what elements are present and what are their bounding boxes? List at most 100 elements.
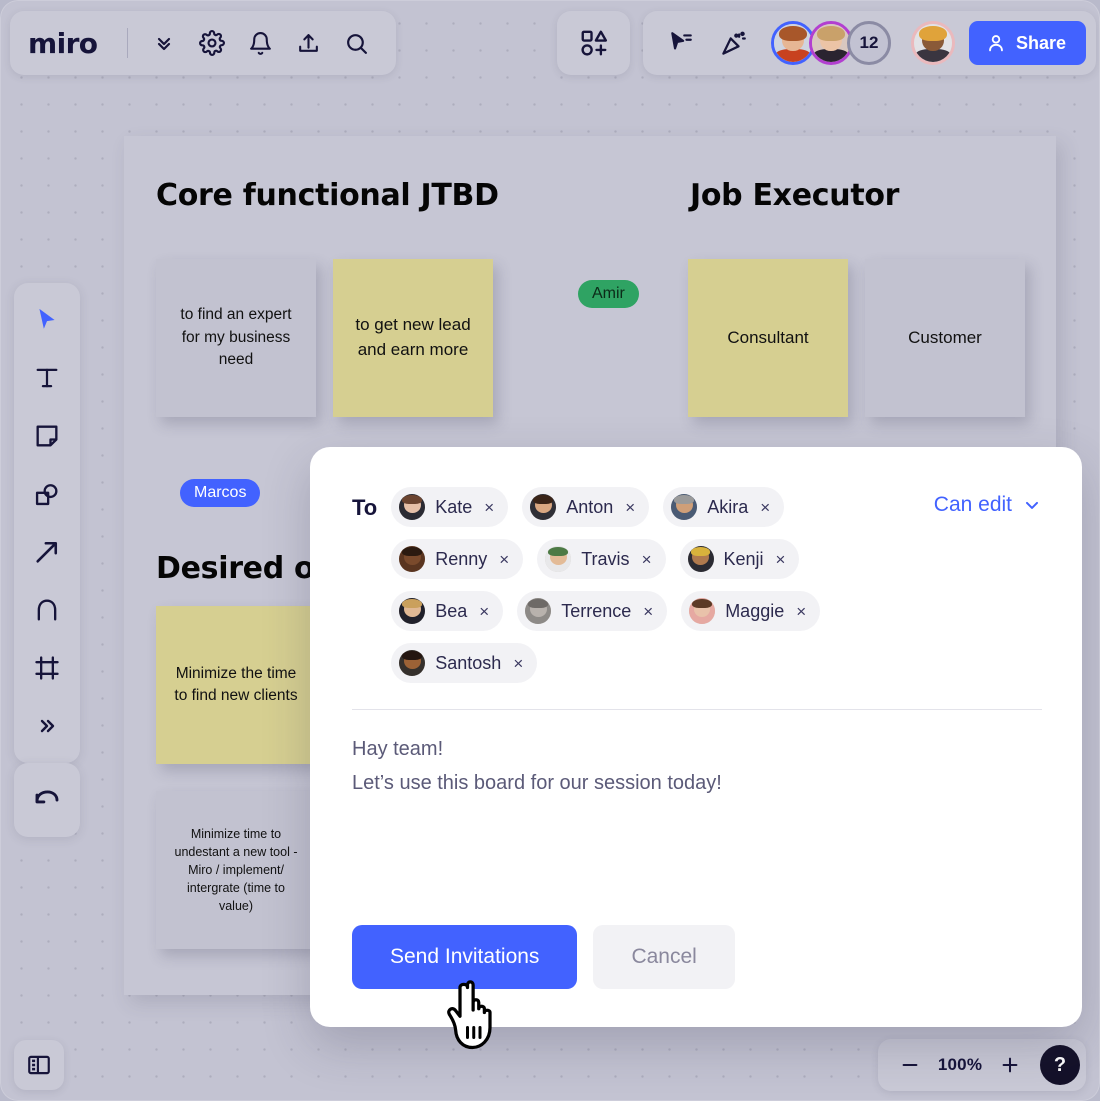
shapes-add-button[interactable] bbox=[557, 11, 630, 75]
remove-recipient-icon[interactable]: × bbox=[623, 499, 635, 516]
recipient-avatar-icon bbox=[399, 650, 426, 676]
recipient-avatar-icon bbox=[525, 598, 552, 624]
send-invitations-button[interactable]: Send Invitations bbox=[352, 925, 578, 989]
recipient-name: Akira bbox=[707, 496, 749, 517]
remove-recipient-icon[interactable]: × bbox=[774, 551, 786, 568]
recipient-name: Renny bbox=[435, 548, 488, 569]
sticky-note-icon bbox=[36, 425, 58, 447]
permission-dropdown[interactable]: Can edit bbox=[934, 485, 1042, 517]
board-canvas[interactable]: Core functional JTBD Job Executor Desire… bbox=[0, 0, 1100, 1101]
chevrons-down-icon[interactable] bbox=[142, 21, 186, 65]
recipient-name: Bea bbox=[435, 600, 468, 621]
frame-icon bbox=[35, 656, 59, 680]
connection-tool[interactable] bbox=[22, 523, 72, 581]
remove-recipient-icon[interactable]: × bbox=[794, 603, 806, 620]
bell-icon[interactable] bbox=[238, 21, 282, 65]
recipient-chip[interactable]: Travis × bbox=[537, 539, 666, 579]
help-button[interactable]: ? bbox=[1040, 1045, 1080, 1085]
recipient-chips: Kate × Anton × Akira × Renny × Travis × Kenji × Bea ×… bbox=[391, 485, 916, 683]
recipient-avatar-icon bbox=[399, 546, 426, 572]
text-t-icon bbox=[36, 368, 58, 388]
remove-recipient-icon[interactable]: × bbox=[482, 499, 494, 516]
share-button[interactable]: Share bbox=[969, 21, 1087, 65]
recipient-avatar-icon bbox=[545, 546, 572, 572]
frame-tool[interactable] bbox=[22, 639, 72, 697]
chevron-down-icon bbox=[1026, 501, 1038, 509]
recipient-name: Maggie bbox=[725, 600, 785, 621]
remove-recipient-icon[interactable]: × bbox=[641, 603, 653, 620]
sticky-note-consultant[interactable]: Consultant bbox=[688, 259, 848, 417]
person-icon bbox=[989, 35, 1003, 52]
chevrons-right-icon bbox=[40, 719, 55, 733]
recipients-row: To Kate × Anton × Akira × Renny × Travis × Kenji × B… bbox=[352, 485, 1042, 683]
undo-arrow-icon bbox=[35, 790, 59, 804]
sticky-note-get-new-lead[interactable]: to get new lead and earn more bbox=[333, 259, 493, 417]
recipient-avatar-icon bbox=[671, 494, 698, 520]
modal-divider bbox=[352, 709, 1042, 710]
recipient-chip[interactable]: Renny × bbox=[391, 539, 524, 579]
avatar-face-icon bbox=[812, 24, 850, 62]
remote-cursor-label: Marcos bbox=[180, 479, 261, 508]
recipient-chip[interactable]: Kate × bbox=[391, 487, 509, 527]
board-heading-core-functional-jtbd: Core functional JTBD bbox=[156, 178, 499, 213]
plus-icon bbox=[1002, 1057, 1018, 1073]
side-panel-icon bbox=[28, 1055, 50, 1075]
collaborator-overflow-count[interactable]: 12 bbox=[847, 21, 891, 65]
remove-recipient-icon[interactable]: × bbox=[640, 551, 652, 568]
recipient-chip[interactable]: Kenji × bbox=[679, 539, 800, 579]
remote-cursor-label: Amir bbox=[578, 280, 639, 309]
celebrate-icon[interactable] bbox=[711, 21, 755, 65]
select-tool[interactable] bbox=[22, 291, 72, 349]
recipient-avatar-icon bbox=[530, 494, 557, 520]
panel-toggle-button[interactable] bbox=[14, 1040, 64, 1090]
self-avatar[interactable] bbox=[911, 21, 955, 65]
recipient-chip[interactable]: Akira × bbox=[663, 487, 785, 527]
sticky-note-find-expert[interactable]: to find an expert for my business need bbox=[156, 259, 316, 417]
text-tool[interactable] bbox=[22, 349, 72, 407]
message-textarea[interactable]: Hay team! Let’s use this board for our s… bbox=[352, 732, 1042, 932]
zoom-toolbar: 100% ? bbox=[878, 1039, 1086, 1091]
recipient-chip[interactable]: Bea × bbox=[391, 591, 504, 631]
sticky-note-minimize-time-understand-tool[interactable]: Minimize time to undestant a new tool - … bbox=[156, 791, 316, 949]
pen-a-icon bbox=[37, 599, 57, 621]
remove-recipient-icon[interactable]: × bbox=[511, 655, 523, 672]
recipient-chip[interactable]: Anton × bbox=[522, 487, 650, 527]
cursor-chat-icon[interactable] bbox=[659, 21, 703, 65]
miro-logo[interactable]: miro bbox=[28, 27, 98, 60]
recipient-name: Travis bbox=[581, 548, 630, 569]
remote-cursor-marcos: Marcos bbox=[180, 479, 261, 508]
remove-recipient-icon[interactable]: × bbox=[758, 499, 770, 516]
recipient-avatar-icon bbox=[399, 598, 426, 624]
board-heading-desired-outcome: Desired o bbox=[156, 551, 315, 586]
search-icon[interactable] bbox=[334, 21, 378, 65]
upload-icon[interactable] bbox=[286, 21, 330, 65]
gear-icon[interactable] bbox=[190, 21, 234, 65]
zoom-in-button[interactable] bbox=[992, 1047, 1028, 1083]
sticky-note-customer[interactable]: Customer bbox=[865, 259, 1025, 417]
zoom-level-label: 100% bbox=[937, 1055, 983, 1074]
left-tools-panel bbox=[14, 283, 80, 763]
pen-tool[interactable] bbox=[22, 581, 72, 639]
minus-icon bbox=[902, 1063, 918, 1067]
top-left-toolbar: miro bbox=[10, 11, 397, 75]
recipient-chip[interactable]: Terrence × bbox=[517, 591, 668, 631]
shapes-tool[interactable] bbox=[22, 465, 72, 523]
undo-button[interactable] bbox=[14, 763, 80, 837]
permission-label: Can edit bbox=[933, 493, 1012, 516]
recipient-name: Santosh bbox=[435, 652, 502, 673]
arrow-icon bbox=[36, 541, 58, 563]
shapes-icon bbox=[35, 484, 58, 506]
avatar-face-icon bbox=[774, 24, 812, 62]
remove-recipient-icon[interactable]: × bbox=[477, 603, 489, 620]
share-button-label: Share bbox=[1016, 32, 1067, 53]
cancel-button[interactable]: Cancel bbox=[593, 925, 735, 989]
recipient-avatar-icon bbox=[689, 598, 716, 624]
sticky-note-minimize-time-clients[interactable]: Minimize the time to find new clients bbox=[156, 606, 316, 764]
sticky-note-tool[interactable] bbox=[22, 407, 72, 465]
more-tools-button[interactable] bbox=[22, 697, 72, 755]
zoom-out-button[interactable] bbox=[892, 1047, 928, 1083]
recipient-chip[interactable]: Maggie × bbox=[681, 591, 821, 631]
recipient-name: Terrence bbox=[561, 600, 632, 621]
recipient-chip[interactable]: Santosh × bbox=[391, 643, 538, 683]
remove-recipient-icon[interactable]: × bbox=[497, 551, 509, 568]
